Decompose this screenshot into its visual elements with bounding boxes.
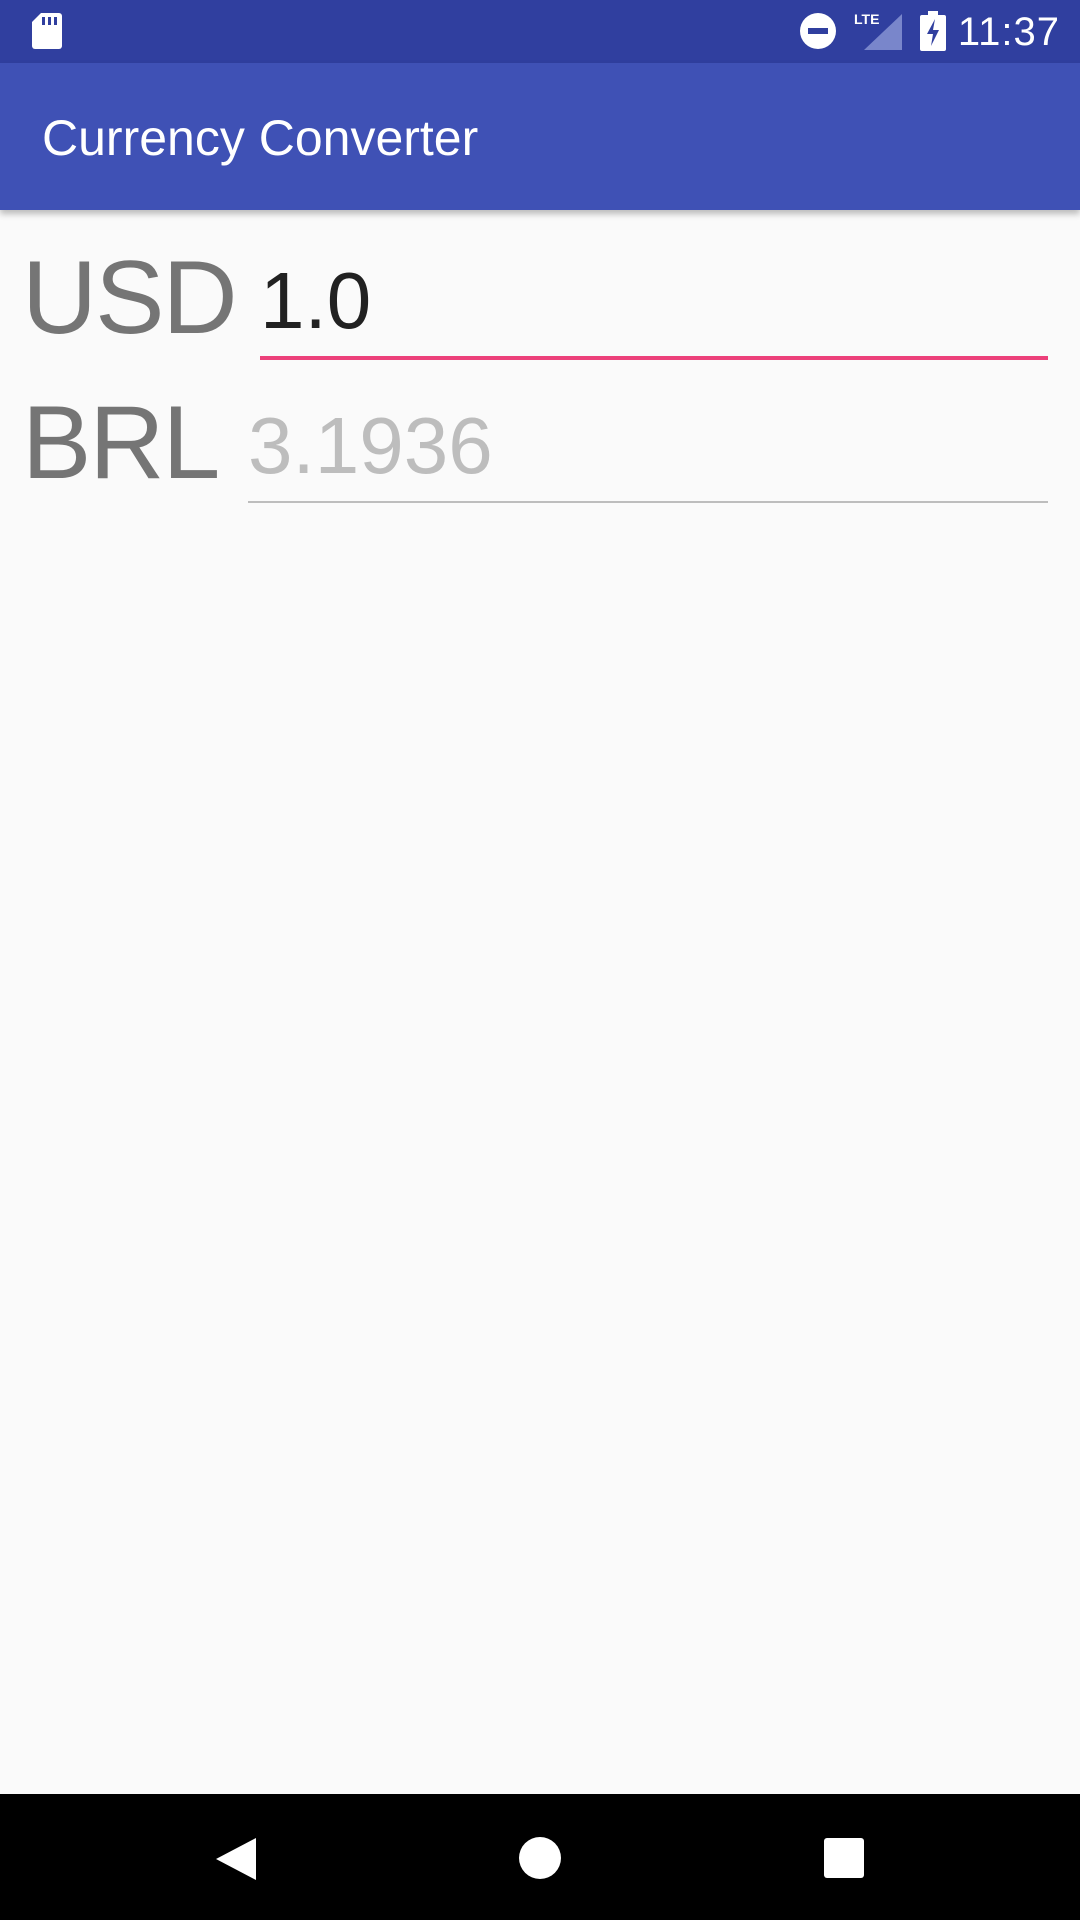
recents-icon[interactable] [824,1838,864,1878]
brl-row: BRL [0,370,1080,510]
navigation-bar [0,1794,1080,1920]
sd-card-icon [32,13,62,49]
status-bar: LTE 11:37 [0,0,1080,63]
brl-currency-label: BRL [22,385,220,501]
usd-amount-input[interactable] [260,225,1048,360]
usd-currency-label: USD [22,240,238,356]
app-title: Currency Converter [42,110,479,166]
battery-charging-icon [920,11,946,51]
lte-signal-icon: LTE [854,11,902,50]
usd-row: USD [0,225,1080,365]
lte-label: LTE [854,11,879,27]
brl-amount-input[interactable] [248,370,1048,503]
home-icon[interactable] [518,1836,562,1880]
app-bar: Currency Converter [0,63,1080,210]
back-icon[interactable] [214,1836,258,1882]
do-not-disturb-icon [800,13,836,49]
status-clock: 11:37 [957,10,1060,54]
